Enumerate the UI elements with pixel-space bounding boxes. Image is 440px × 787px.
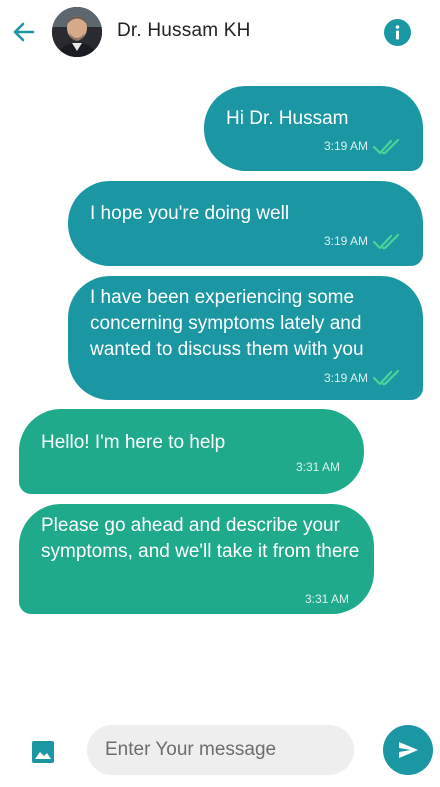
message-time: 3:19 AM (324, 139, 369, 153)
contact-name[interactable]: Dr. Hussam KH (117, 20, 251, 42)
message-text: Hi Dr. Hussam (226, 108, 349, 129)
back-button[interactable] (10, 18, 38, 46)
message-time: 3:19 AM (324, 371, 369, 385)
incoming-message[interactable]: Hello! I'm here to help 3:31 AM (19, 409, 364, 494)
message-text: I hope you're doing well (90, 203, 290, 224)
incoming-message[interactable]: Please go ahead and describe your sympto… (19, 504, 374, 614)
double-check-icon (372, 233, 400, 250)
message-text: Please go ahead and describe your sympto… (41, 515, 360, 562)
double-check-icon (372, 138, 400, 155)
message-composer (0, 715, 440, 787)
outgoing-message[interactable]: Hi Dr. Hussam 3:19 AM (204, 86, 423, 171)
outgoing-message[interactable]: I hope you're doing well 3:19 AM (68, 181, 423, 266)
contact-avatar[interactable] (52, 7, 102, 57)
attach-image-button[interactable] (30, 739, 56, 765)
message-time: 3:31 AM (296, 460, 341, 474)
message-text: I have been experiencing some concerning… (90, 287, 364, 360)
message-time: 3:19 AM (324, 234, 369, 248)
outgoing-message[interactable]: I have been experiencing some concerning… (68, 276, 423, 400)
avatar-photo (52, 7, 102, 57)
send-button[interactable] (383, 725, 433, 775)
message-text: Hello! I'm here to help (41, 432, 226, 453)
arrow-left-icon (13, 22, 35, 42)
double-check-icon (372, 369, 400, 386)
message-input[interactable] (87, 725, 354, 775)
image-icon (32, 741, 54, 763)
send-icon (399, 742, 418, 758)
info-icon (395, 25, 400, 40)
info-button[interactable] (384, 19, 411, 46)
message-time: 3:31 AM (305, 592, 350, 606)
chat-header: Dr. Hussam KH (0, 0, 440, 66)
